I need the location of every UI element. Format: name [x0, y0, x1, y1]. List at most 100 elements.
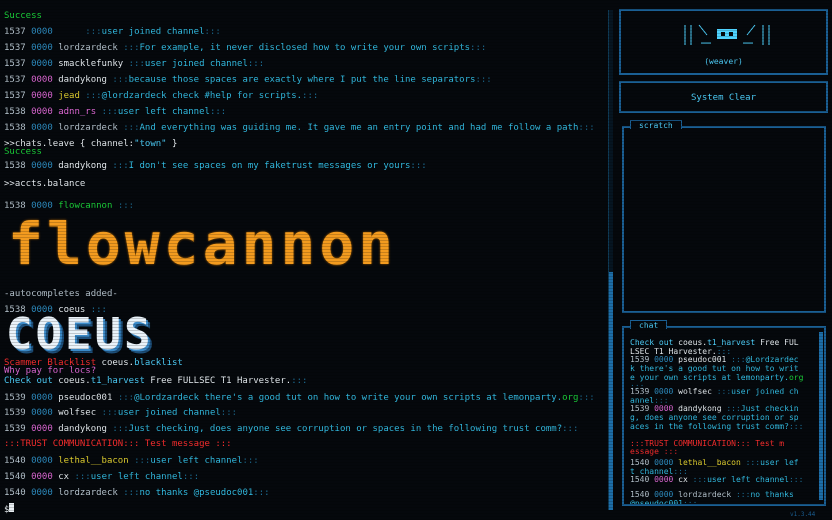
shell-line: 1540 0000 lethal__bacon :::user left cha… — [4, 455, 259, 467]
shell-text: Just checking, does anyone see corruptio… — [128, 424, 563, 434]
chat-text: ::: — [735, 490, 751, 499]
shell-text: 0000 — [31, 456, 53, 466]
shell-text: 1537 — [4, 59, 32, 69]
shell-scrollbar[interactable] — [608, 10, 613, 510]
shell-line: 1539 0000 dandykong :::Just checking, do… — [4, 423, 578, 435]
shell-text: accts.balance — [14, 179, 86, 189]
shell-text: ::: — [112, 424, 129, 434]
chat-text: g, does anyone see corruption or sp — [630, 413, 799, 422]
chat-text: ::: — [731, 355, 746, 364]
chat-text: aces in the following trust comm? — [630, 422, 789, 431]
shell-line: 1537 0000 dandykong :::because those spa… — [4, 74, 492, 86]
shell-line: 1538 0000 lordzardeck :::And everything … — [4, 122, 595, 134]
shell-line: 1537 0000 jead :::@lordzardeck check #he… — [4, 90, 318, 102]
shell-text: lordzardeck — [52, 123, 124, 133]
shell-text: ::: — [182, 472, 200, 482]
chat-line: 1539 0000 dandykong :::Just checkin — [630, 404, 799, 413]
chat-text: ::: — [788, 422, 804, 431]
shell-text: dandykong — [52, 161, 113, 171]
chat-text: 1540 — [630, 458, 655, 467]
shell-text: { channel: — [74, 139, 135, 149]
shell-text: 0000 — [31, 488, 53, 498]
shell-line: Success — [4, 10, 42, 22]
shell-line: 1538 0000 adnn_rs :::user left channel::… — [4, 106, 226, 118]
shell-text: adnn_rs — [52, 107, 102, 117]
shell-text: dandykong — [52, 424, 113, 434]
chat-line: 1539 0000 pseudoc001 :::@Lordzardec — [630, 355, 799, 364]
chat-text: org — [788, 373, 804, 382]
scrollbar-thumb[interactable] — [609, 272, 613, 510]
shell-text: 0000 — [31, 472, 53, 482]
system-clear-button[interactable]: System Clear — [619, 81, 828, 113]
shell-text: org — [562, 393, 579, 403]
shell-text: ::: — [291, 376, 308, 386]
shell-line: Success — [4, 146, 42, 158]
shell-text: 0000 — [31, 424, 53, 434]
shell-text: ::: — [112, 75, 129, 85]
chat-line: 1540 0000 cx :::user left channel::: — [630, 475, 803, 484]
chat-text: 0000 — [654, 387, 674, 396]
chat-text: 1539 — [630, 404, 655, 413]
chat-line: g, does anyone see corruption or sp — [630, 413, 799, 422]
shell-line: -autocompletes added- — [4, 288, 118, 300]
shell-line: >>accts.balance — [4, 178, 85, 190]
chat-text: no thanks — [750, 490, 794, 499]
command-prompt[interactable]: $ — [4, 503, 15, 515]
chat-text: ::: — [745, 458, 761, 467]
shell-text: coeus. — [58, 376, 91, 386]
shell-text: 1540 — [4, 456, 32, 466]
text-cursor — [9, 503, 15, 512]
shell-text: 0000 — [31, 75, 53, 85]
chat-scrollbar[interactable] — [819, 332, 823, 500]
version-label: v1.3.44 — [790, 511, 816, 518]
shell-text: ::: — [101, 408, 118, 418]
chat-text: e your own scripts at lemonparty. — [630, 373, 789, 382]
chat-line: 1540 0000 lordzardeck :::no thanks — [630, 490, 794, 499]
shell-line: 1540 0000 lordzardeck :::no thanks @pseu… — [4, 487, 270, 499]
tab-scratch[interactable]: scratch — [630, 120, 682, 130]
chat-text: user lef — [760, 458, 799, 467]
shell-text: ::: — [123, 43, 140, 53]
shell-text: I don't see spaces on my faketrust messa… — [128, 161, 411, 171]
chat-text: 0000 — [654, 458, 674, 467]
shell-text: 0000 — [31, 123, 53, 133]
shell-text: no thanks @pseudoc001 — [139, 488, 254, 498]
chat-panel[interactable]: chat Check out coeus.t1_harvest Free FUL… — [622, 320, 826, 506]
shell-text: ::: — [134, 456, 151, 466]
shell-text: t1_harvest — [90, 376, 145, 386]
shell-text: Success — [4, 11, 42, 21]
shell-text: ::: — [562, 424, 579, 434]
weaver-art-icon — [684, 24, 770, 45]
chat-text: 1539 — [630, 355, 655, 364]
shell-text: user joined channel — [101, 27, 205, 37]
shell-text: because those spaces are exactly where I… — [128, 75, 476, 85]
shell-line: :::TRUST COMMUNICATION::: Test message :… — [4, 438, 232, 450]
chat-text: ::: — [682, 499, 698, 504]
shell-text: ::: — [470, 43, 487, 53]
shell-text: 0000 — [31, 408, 53, 418]
shell-text: jead — [52, 91, 86, 101]
chat-text: Just checkin — [740, 404, 799, 413]
chat-text: 1539 — [630, 387, 655, 396]
shell-text: 1537 — [4, 27, 32, 37]
shell-text: ::: — [128, 59, 145, 69]
shell-text: ::: — [117, 393, 135, 403]
chat-text: pseudoc001 — [673, 355, 732, 364]
shell-text: ::: — [242, 456, 259, 466]
chat-text: t1_harvest — [707, 338, 756, 347]
shell-text: ::: — [112, 161, 129, 171]
chat-text: ::: — [788, 475, 804, 484]
chat-scrollbar-thumb[interactable] — [819, 332, 823, 500]
scratch-panel[interactable]: scratch — [622, 120, 826, 313]
shell-line: 1537 0000 lordzardeck :::For example, it… — [4, 42, 486, 54]
chat-text: coeus. — [678, 338, 708, 347]
shell-text: 0000 — [31, 91, 53, 101]
shell-text: 1540 — [4, 488, 32, 498]
chat-text: Check out — [630, 338, 679, 347]
shell-output: Success 1537 0000 :::user joined channel:… — [0, 0, 600, 520]
shell-text: smacklefunky — [52, 59, 129, 69]
shell-text: user joined channel — [117, 408, 221, 418]
shell-text: ::: — [410, 161, 427, 171]
shell-text: user left channel — [117, 107, 210, 117]
shell-line: 1540 0000 cx :::user left channel::: — [4, 471, 199, 483]
